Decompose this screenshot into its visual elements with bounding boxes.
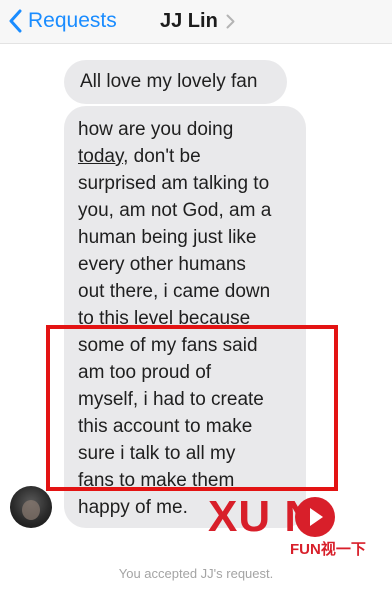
avatar[interactable]	[10, 486, 52, 528]
back-label: Requests	[28, 9, 117, 32]
message-line: every other humans	[78, 254, 246, 275]
message-line: out there, i came down	[78, 281, 271, 302]
message-line-rest: , don't be	[123, 146, 201, 167]
title-chevron-icon	[226, 14, 235, 28]
message-bubble[interactable]: All love my lovely fan	[64, 60, 287, 104]
page-title: JJ Lin	[160, 9, 218, 32]
message-line: human being just like	[78, 227, 257, 248]
back-button[interactable]: Requests	[8, 6, 117, 36]
message-line: surprised am talking to	[78, 173, 270, 194]
message-line: you, am not God, am a	[78, 200, 272, 221]
message-line: All love my lovely fan	[80, 71, 258, 92]
back-chevron-icon	[9, 9, 22, 33]
message-line: today, don't be	[78, 143, 292, 170]
conversation-title-button[interactable]: JJ Lin	[160, 6, 235, 36]
status-text: You accepted JJ's request.	[118, 566, 274, 581]
watermark-logo: XU N FUN视一下	[208, 492, 386, 558]
message-line: how are you doing	[78, 119, 234, 140]
highlight-annotation	[46, 325, 338, 491]
avatar-face	[22, 500, 40, 520]
watermark-subtitle: FUN视一下	[290, 541, 366, 558]
nav-bar: Requests JJ Lin	[0, 0, 392, 44]
play-icon	[295, 497, 335, 537]
detected-date-link[interactable]: today	[78, 146, 123, 167]
